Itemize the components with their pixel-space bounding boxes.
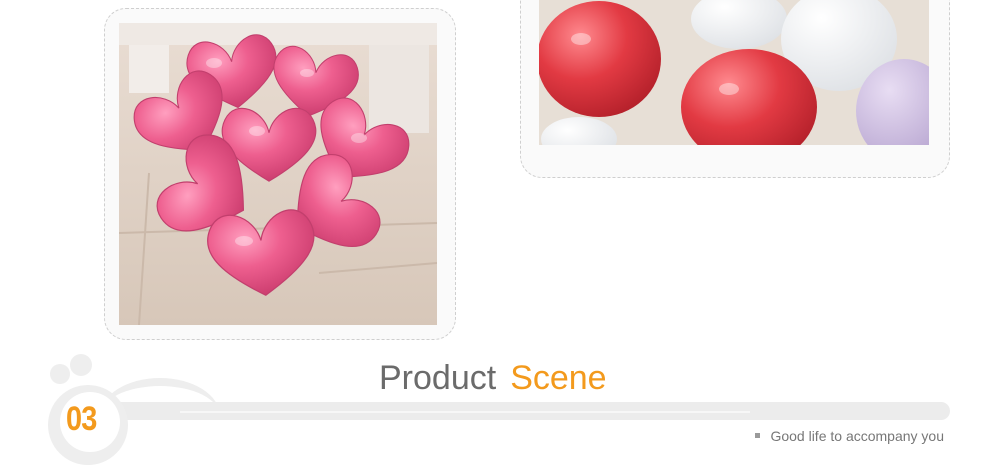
section-title-accent: Scene: [510, 359, 607, 397]
tagline: Good life to accompany you: [755, 428, 944, 444]
section-title-main: Product: [379, 359, 497, 397]
section-header: 03 Product Scene Good life to accompany y…: [0, 340, 1000, 465]
decorative-dot: [70, 354, 92, 376]
tagline-text: Good life to accompany you: [770, 428, 944, 444]
bullet-icon: [755, 432, 761, 438]
heart-balloons-floor-photo: [539, 0, 929, 145]
section-title: Product Scene: [379, 358, 607, 398]
photo-frame-left: [104, 8, 456, 340]
heart-balloons-flower-photo: [119, 23, 437, 325]
header-line: [180, 411, 750, 413]
section-number: 03: [66, 400, 97, 438]
decorative-dot: [50, 364, 70, 384]
photo-frame-right: [520, 0, 950, 178]
